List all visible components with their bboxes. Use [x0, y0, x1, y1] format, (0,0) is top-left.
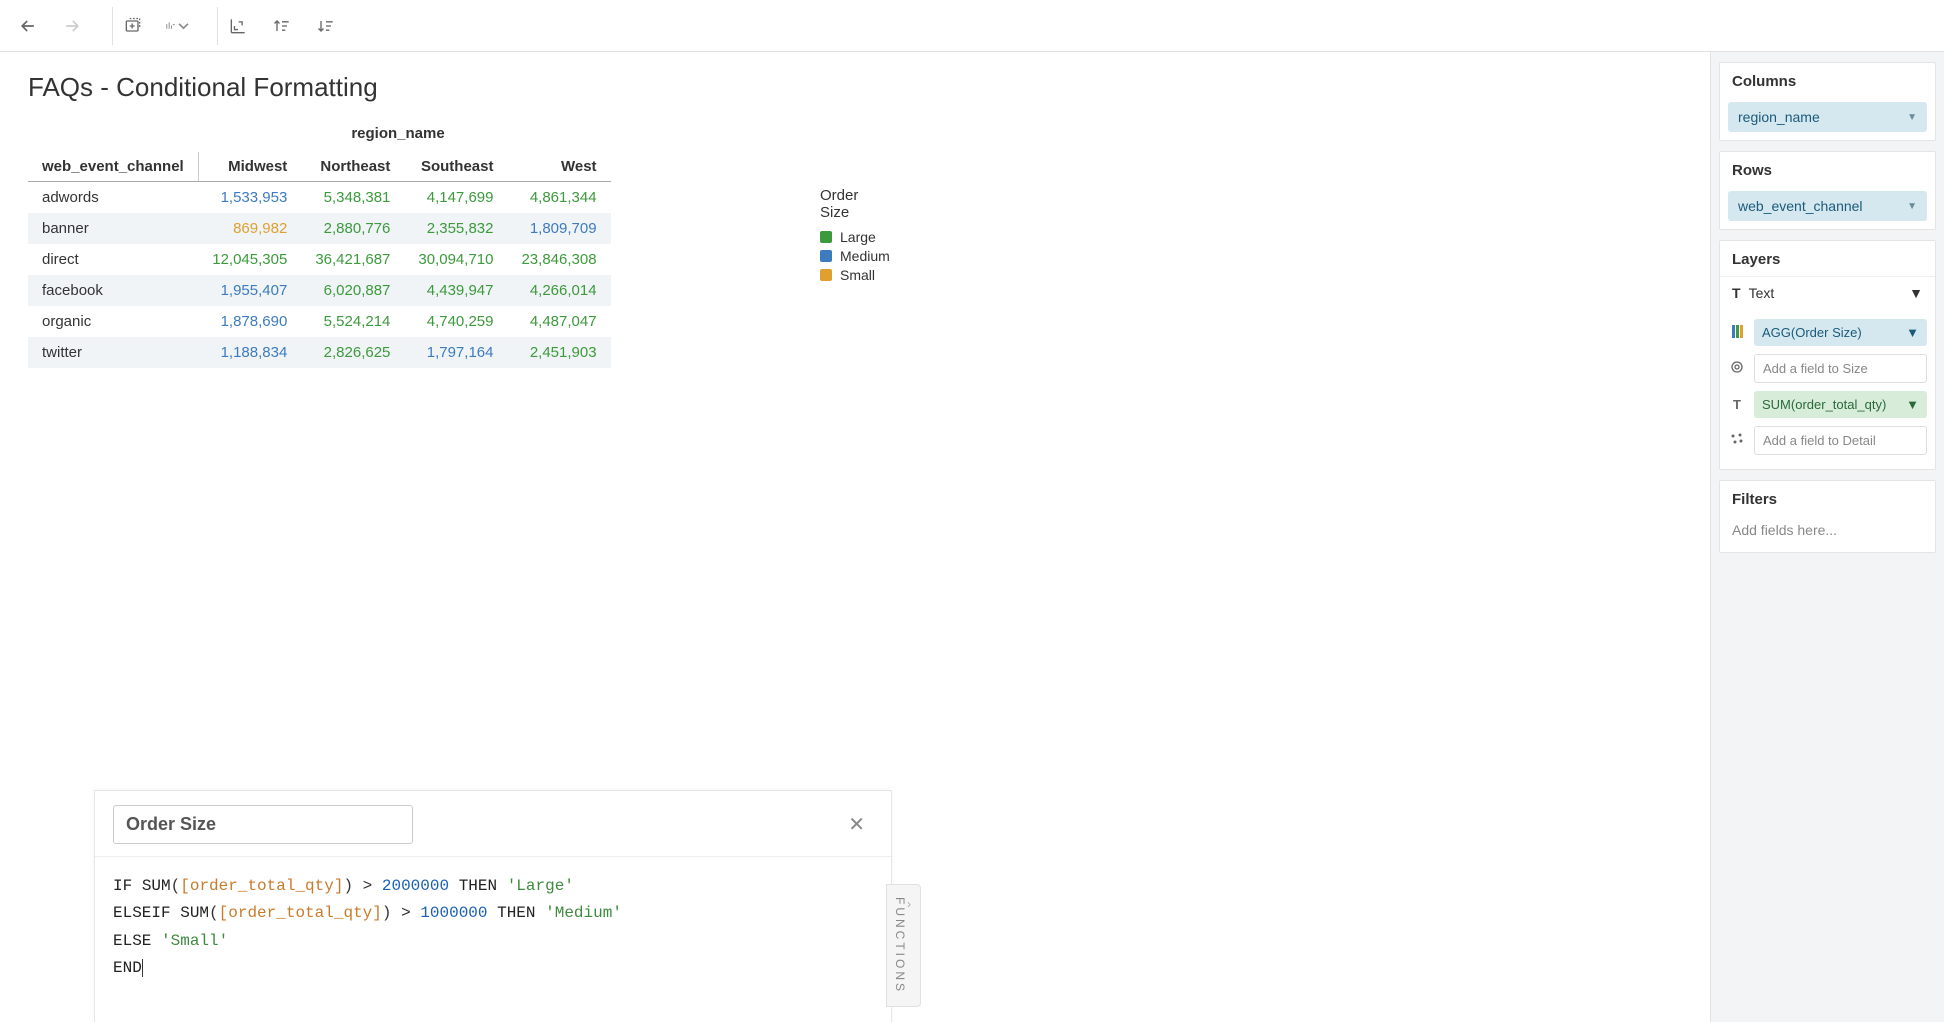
toolbar — [0, 0, 1944, 52]
cell-value[interactable]: 1,797,164 — [404, 337, 507, 368]
layers-shelf: Layers TText ▼ AGG(Order Size)▼ — [1719, 240, 1936, 470]
table-row: twitter1,188,8342,826,6251,797,1642,451,… — [28, 337, 611, 368]
detail-field-input[interactable]: Add a field to Detail — [1754, 426, 1927, 455]
cell-value[interactable]: 23,846,308 — [507, 244, 610, 275]
cell-value[interactable]: 4,740,259 — [404, 306, 507, 337]
legend-swatch — [820, 269, 832, 281]
sort-asc-button[interactable] — [270, 14, 294, 38]
cell-value[interactable]: 12,045,305 — [198, 244, 301, 275]
functions-tab[interactable]: › FUNCTIONS — [886, 884, 921, 1007]
text-icon: T — [1728, 397, 1746, 412]
legend-item[interactable]: Large — [820, 229, 890, 245]
text-pill[interactable]: SUM(order_total_qty)▼ — [1754, 391, 1927, 418]
cell-value[interactable]: 869,982 — [198, 213, 301, 244]
legend-label: Small — [840, 267, 875, 283]
cell-value[interactable]: 2,355,832 — [404, 213, 507, 244]
column-header[interactable]: West — [507, 152, 610, 182]
table-row: facebook1,955,4076,020,8874,439,9474,266… — [28, 275, 611, 306]
legend: Order Size Large Medium Small — [820, 187, 890, 286]
page-title: FAQs - Conditional Formatting — [28, 72, 1710, 103]
chart-type-button[interactable] — [165, 14, 189, 38]
main-canvas: FAQs - Conditional Formatting region_nam… — [0, 52, 1710, 1022]
mark-type-selector[interactable]: TText ▼ — [1720, 276, 1935, 309]
pivot-table: web_event_channel MidwestNortheastSouthe… — [28, 152, 611, 368]
table-row: banner869,9822,880,7762,355,8321,809,709 — [28, 213, 611, 244]
cell-value[interactable]: 4,487,047 — [507, 306, 610, 337]
toolbar-separator — [112, 7, 113, 45]
cell-value[interactable]: 5,524,214 — [301, 306, 404, 337]
calc-formula-editor[interactable]: IF SUM([order_total_qty]) > 2000000 THEN… — [95, 857, 891, 1022]
cell-value[interactable]: 1,188,834 — [198, 337, 301, 368]
cell-value[interactable]: 1,878,690 — [198, 306, 301, 337]
cell-value[interactable]: 4,861,344 — [507, 182, 610, 214]
legend-swatch — [820, 231, 832, 243]
row-label[interactable]: facebook — [28, 275, 198, 306]
close-icon[interactable]: ✕ — [840, 808, 873, 841]
cell-value[interactable]: 6,020,887 — [301, 275, 404, 306]
legend-swatch — [820, 250, 832, 262]
cell-value[interactable]: 4,266,014 — [507, 275, 610, 306]
row-dimension-label: web_event_channel — [28, 152, 198, 182]
table-row: direct12,045,30536,421,68730,094,71023,8… — [28, 244, 611, 275]
row-label[interactable]: organic — [28, 306, 198, 337]
table-row: adwords1,533,9535,348,3814,147,6994,861,… — [28, 182, 611, 214]
column-header[interactable]: Southeast — [404, 152, 507, 182]
column-header[interactable]: Northeast — [301, 152, 404, 182]
column-dimension-label: region_name — [178, 121, 618, 152]
row-label[interactable]: adwords — [28, 182, 198, 214]
row-label[interactable]: direct — [28, 244, 198, 275]
row-label[interactable]: banner — [28, 213, 198, 244]
color-icon — [1728, 325, 1746, 341]
calc-name-input[interactable] — [113, 805, 413, 844]
cell-value[interactable]: 30,094,710 — [404, 244, 507, 275]
forward-button[interactable] — [60, 14, 84, 38]
detail-icon — [1728, 432, 1746, 449]
cell-value[interactable]: 2,880,776 — [301, 213, 404, 244]
cell-value[interactable]: 1,809,709 — [507, 213, 610, 244]
filters-shelf: Filters Add fields here... — [1719, 480, 1936, 553]
add-sheet-button[interactable] — [121, 14, 145, 38]
table-row: organic1,878,6905,524,2144,740,2594,487,… — [28, 306, 611, 337]
cell-value[interactable]: 1,955,407 — [198, 275, 301, 306]
rows-pill[interactable]: web_event_channel▼ — [1728, 191, 1927, 221]
columns-shelf: Columns region_name▼ — [1719, 62, 1936, 141]
legend-label: Medium — [840, 248, 890, 264]
cell-value[interactable]: 2,451,903 — [507, 337, 610, 368]
swap-axes-button[interactable] — [226, 14, 250, 38]
calculation-editor: ✕ IF SUM([order_total_qty]) > 2000000 TH… — [94, 790, 892, 1022]
columns-pill[interactable]: region_name▼ — [1728, 102, 1927, 132]
legend-item[interactable]: Small — [820, 267, 890, 283]
cell-value[interactable]: 36,421,687 — [301, 244, 404, 275]
size-icon — [1728, 360, 1746, 377]
legend-title: Order Size — [820, 187, 890, 221]
legend-label: Large — [840, 229, 876, 245]
sort-desc-button[interactable] — [314, 14, 338, 38]
cell-value[interactable]: 4,147,699 — [404, 182, 507, 214]
cell-value[interactable]: 2,826,625 — [301, 337, 404, 368]
toolbar-separator — [217, 7, 218, 45]
filters-dropzone[interactable]: Add fields here... — [1720, 516, 1935, 552]
back-button[interactable] — [16, 14, 40, 38]
cell-value[interactable]: 5,348,381 — [301, 182, 404, 214]
cell-value[interactable]: 4,439,947 — [404, 275, 507, 306]
side-panel: Columns region_name▼ Rows web_event_chan… — [1710, 52, 1944, 1022]
color-pill[interactable]: AGG(Order Size)▼ — [1754, 319, 1927, 346]
legend-item[interactable]: Medium — [820, 248, 890, 264]
cell-value[interactable]: 1,533,953 — [198, 182, 301, 214]
row-label[interactable]: twitter — [28, 337, 198, 368]
rows-shelf: Rows web_event_channel▼ — [1719, 151, 1936, 230]
size-field-input[interactable]: Add a field to Size — [1754, 354, 1927, 383]
column-header[interactable]: Midwest — [198, 152, 301, 182]
